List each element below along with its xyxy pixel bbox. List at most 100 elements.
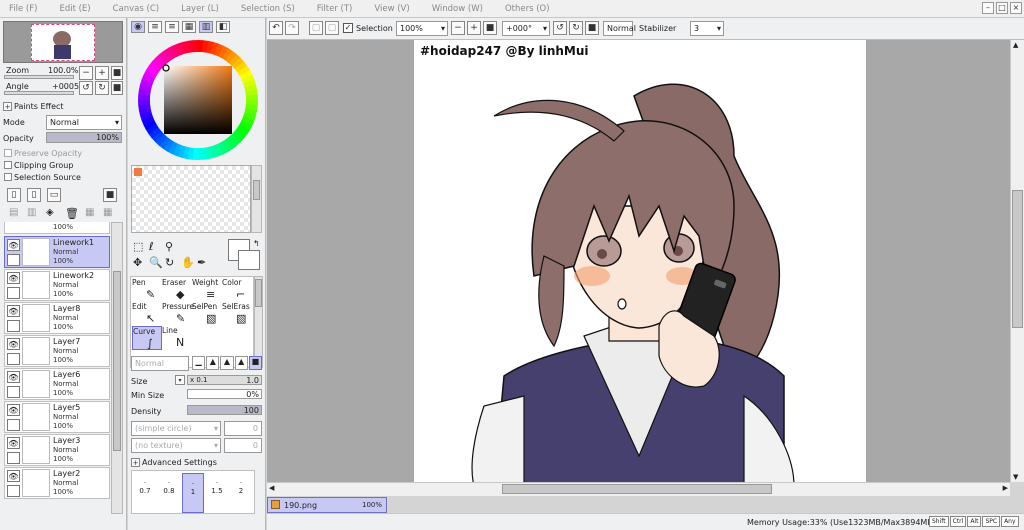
layer-row[interactable]: 👁 Layer8 Normal 100% — [4, 302, 110, 334]
layer-row[interactable]: 👁 Layer6 Normal 100% — [4, 368, 110, 400]
brush-preset[interactable]: · 0.7 — [134, 473, 156, 513]
brush-preset[interactable]: · 0.8 — [158, 473, 180, 513]
scratchpad-tab-icon[interactable]: ◧ — [216, 21, 230, 33]
selection-source-checkbox[interactable] — [4, 173, 12, 181]
canvas-horizontal-scrollbar[interactable]: ◀ ▶ — [267, 482, 1010, 496]
eye-icon[interactable]: 👁 — [7, 272, 20, 284]
layer-row[interactable]: 👁 Layer3 Normal 100% — [4, 434, 110, 466]
lock-toggle[interactable] — [7, 485, 20, 497]
brush-size-slider[interactable]: x 0.1 1.0 — [187, 375, 262, 385]
new-folder-icon[interactable]: ▭ — [47, 188, 61, 202]
menu-others[interactable]: Others (O) — [505, 4, 550, 14]
lock-toggle[interactable] — [7, 386, 20, 398]
lock-toggle[interactable] — [7, 254, 20, 266]
menu-view[interactable]: View (V) — [374, 4, 409, 14]
menu-edit[interactable]: Edit (E) — [59, 4, 90, 14]
layer-list-scrollbar[interactable] — [111, 222, 123, 514]
toolbar-zoom-fit-button[interactable]: ■ — [483, 21, 497, 35]
brush-texture-strength[interactable]: 0 — [224, 438, 262, 453]
tip-shape-soft-icon[interactable]: ▲ — [220, 356, 234, 370]
weight-tool[interactable]: Weight ≡ — [192, 278, 222, 302]
brush-preset[interactable]: · 2 — [230, 473, 252, 513]
zoom-in-button[interactable]: + — [95, 66, 109, 80]
eye-icon[interactable]: 👁 — [7, 404, 20, 416]
brush-texture-select[interactable]: (no texture) ▾ — [131, 438, 221, 453]
paints-effect-label[interactable]: Paints Effect — [14, 102, 64, 111]
close-icon[interactable]: × — [1010, 2, 1022, 14]
layer-settings-icon[interactable]: ■ — [103, 188, 117, 202]
merge-visible-icon[interactable]: ▦ — [85, 207, 94, 218]
toolbar-rotate-right-button[interactable]: ↻ — [569, 21, 583, 35]
pressure-tool[interactable]: Pressure ✎ — [162, 302, 194, 326]
tip-shape-hard-icon[interactable]: ▲ — [234, 356, 248, 370]
tip-shape-round-icon[interactable]: ▲ — [206, 356, 220, 370]
swatches-tab-icon[interactable]: ▥ — [199, 21, 213, 33]
layer-row[interactable]: 👁 Layer5 Normal 100% — [4, 401, 110, 433]
clipping-group-checkbox[interactable] — [4, 161, 12, 169]
zoom-reset-button[interactable]: ■ — [111, 66, 123, 80]
line-tool[interactable]: Line N — [162, 326, 192, 350]
eye-icon[interactable]: 👁 — [7, 371, 20, 383]
selection-checkbox[interactable]: ✓ — [343, 23, 353, 33]
brush-shape-select[interactable]: (simple circle) ▾ — [131, 421, 221, 436]
new-layer-icon[interactable]: ▯ — [7, 188, 21, 202]
layer-opacity-slider[interactable]: 100% — [46, 132, 122, 143]
toolbar-rotate-left-button[interactable]: ↺ — [553, 21, 567, 35]
preserve-opacity-checkbox[interactable] — [4, 149, 12, 157]
new-linework-icon[interactable]: ▯ — [27, 188, 41, 202]
deselect-icon[interactable]: ↶ — [269, 21, 283, 35]
color-tool[interactable]: Color ⌐ — [222, 278, 252, 302]
eye-icon[interactable]: 👁 — [7, 470, 20, 482]
lock-toggle[interactable] — [7, 287, 20, 299]
move-icon[interactable]: ✥ — [133, 256, 142, 269]
rotate-reset-button[interactable]: ■ — [111, 81, 123, 95]
layer-row[interactable]: 👁 Layer7 Normal 100% — [4, 335, 110, 367]
density-slider[interactable]: 100 — [187, 405, 262, 415]
zoom-tool-icon[interactable]: 🔍 — [149, 256, 163, 269]
layer-list-scroll-thumb[interactable] — [113, 271, 121, 451]
menu-filter[interactable]: Filter (T) — [317, 4, 353, 14]
advanced-settings-label[interactable]: Advanced Settings — [142, 458, 217, 467]
rotate-right-button[interactable]: ↻ — [95, 81, 109, 95]
scroll-left-icon[interactable]: ◀ — [269, 484, 274, 492]
rotate-tool-icon[interactable]: ↻ — [165, 256, 174, 269]
navigator-preview[interactable] — [3, 21, 123, 63]
scratchpad-scrollbar[interactable] — [251, 165, 262, 233]
rotate-left-button[interactable]: ↺ — [79, 81, 93, 95]
selection-clear-icon[interactable]: ▢ — [325, 21, 339, 35]
selection-move-icon[interactable]: ▢ — [309, 21, 323, 35]
brush-preset[interactable]: · 1 — [182, 473, 204, 513]
zoom-select[interactable]: 100% ▾ — [396, 21, 448, 36]
eye-icon[interactable]: 👁 — [7, 239, 20, 251]
layer-mode-select[interactable]: Normal ▾ — [46, 115, 122, 130]
scratchpad-scroll-thumb[interactable] — [253, 180, 260, 200]
zoom-out-button[interactable]: − — [79, 66, 93, 80]
color-wheel-tab-icon[interactable]: ◉ — [131, 21, 145, 33]
canvas-vscroll-thumb[interactable] — [1012, 190, 1023, 328]
zoom-slider[interactable] — [4, 75, 74, 79]
brush-mode-select[interactable]: Normal — [131, 356, 189, 371]
eye-icon[interactable]: 👁 — [7, 437, 20, 449]
brush-shape-strength[interactable]: 0 — [224, 421, 262, 436]
tip-shape-flat-icon[interactable]: ▁ — [192, 356, 206, 370]
merge-down-icon[interactable]: ▥ — [27, 207, 36, 218]
scratchpad[interactable] — [131, 165, 251, 233]
toolbar-zoom-out-button[interactable]: − — [451, 21, 465, 35]
scroll-right-icon[interactable]: ▶ — [1003, 484, 1008, 492]
maximize-icon[interactable]: □ — [996, 2, 1008, 14]
eye-icon[interactable]: 👁 — [7, 305, 20, 317]
scroll-up-icon[interactable]: ▲ — [1013, 41, 1018, 49]
menu-selection[interactable]: Selection (S) — [241, 4, 295, 14]
rect-select-icon[interactable]: ⬚ — [133, 240, 143, 253]
stabilizer-select[interactable]: 3 ▾ — [690, 21, 724, 36]
navigator-view-rect[interactable] — [31, 24, 95, 61]
brush-preset[interactable]: · 1.5 — [206, 473, 228, 513]
color-palette-tab-icon[interactable]: ▦ — [182, 21, 196, 33]
tip-shape-square-icon[interactable]: ■ — [248, 356, 263, 370]
minimize-icon[interactable]: – — [982, 2, 994, 14]
pen-tool[interactable]: Pen ✎ — [132, 278, 162, 302]
toolbar-rotate-reset-button[interactable]: ■ — [585, 21, 599, 35]
menu-canvas[interactable]: Canvas (C) — [113, 4, 159, 14]
layer-row-partial[interactable]: 100% — [4, 222, 110, 234]
scroll-down-icon[interactable]: ▼ — [1013, 473, 1018, 481]
